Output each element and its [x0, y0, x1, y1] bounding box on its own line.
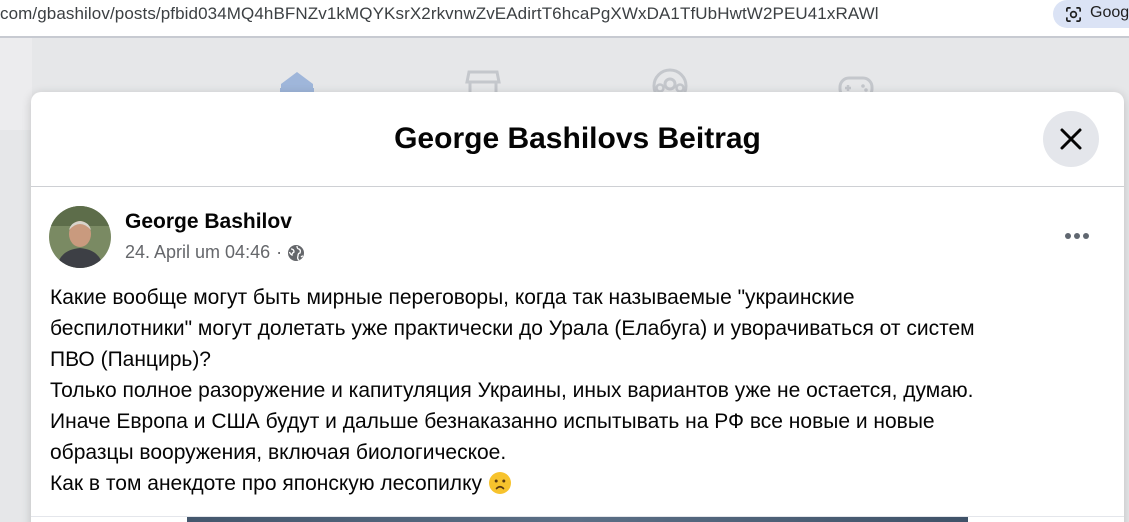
background-left-panel [0, 38, 32, 130]
post-meta: 24. April um 04:46 · [125, 242, 305, 263]
modal-header-divider [31, 186, 1124, 187]
post-line: образцы вооружения, включая биологическо… [50, 441, 507, 464]
modal-title: George Bashilovs Beitrag [394, 122, 761, 155]
post-date[interactable]: 24. April um 04:46 [125, 242, 270, 263]
avatar[interactable] [49, 206, 111, 268]
author-name[interactable]: George Bashilov [125, 210, 292, 234]
post-line: Только полное разоружение и капитуляция … [50, 379, 974, 402]
post-last-line: Как в том анекдоте про японскую лесопилк… [50, 468, 1110, 499]
frowning-face-emoji [489, 472, 511, 494]
google-lens-label: Goog [1090, 4, 1129, 21]
globe-icon[interactable] [287, 244, 305, 262]
close-button[interactable] [1043, 111, 1099, 167]
post-line: беспилотники" могут долетать уже практич… [50, 317, 975, 340]
meta-separator: · [276, 242, 283, 262]
post-line: Какие вообще могут быть мирные переговор… [50, 286, 855, 309]
post-line: Иначе Европа и США будут и дальше безнак… [50, 410, 935, 433]
more-horizontal-icon[interactable] [1057, 220, 1097, 252]
post-text: Какие вообще могут быть мирные переговор… [50, 282, 1110, 499]
post-image[interactable] [187, 517, 968, 522]
post-line: ПВО (Панцирь)? [50, 348, 211, 371]
google-lens-icon [1065, 6, 1082, 23]
close-icon [1060, 128, 1082, 150]
google-lens-button[interactable]: Goog [1053, 0, 1129, 28]
url-text[interactable]: com/gbashilov/posts/pfbid034MQ4hBFNZv1kM… [0, 4, 879, 24]
browser-url-bar[interactable]: com/gbashilov/posts/pfbid034MQ4hBFNZv1kM… [0, 0, 1129, 36]
post-modal: George Bashilovs Beitrag George Bashilov… [31, 92, 1124, 522]
post-line: Как в том анекдоте про японскую лесопилк… [50, 472, 482, 495]
